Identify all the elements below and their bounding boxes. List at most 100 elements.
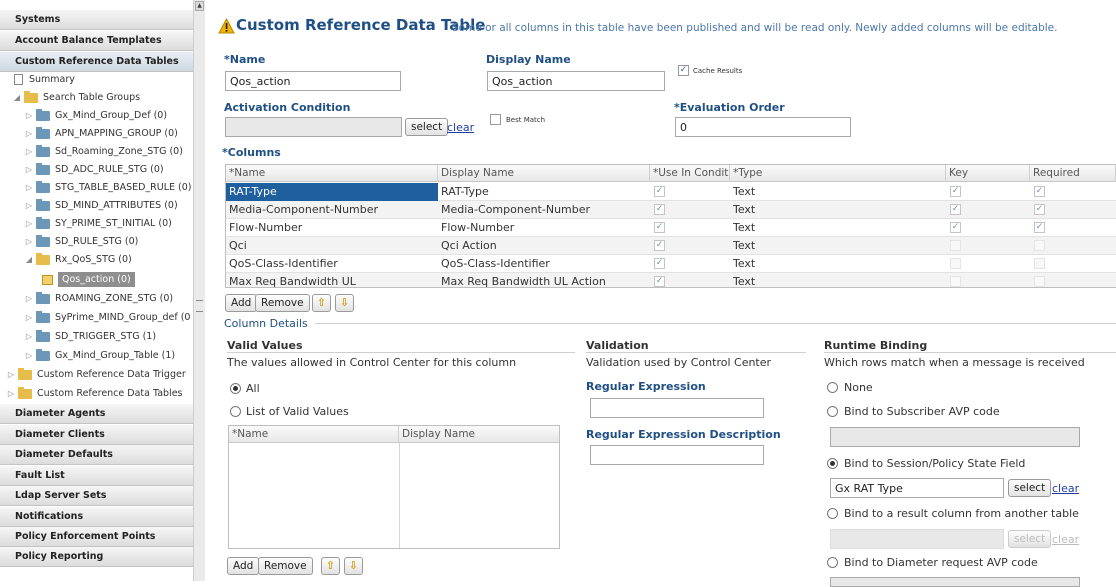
cell-display-name[interactable]: Media-Component-Number <box>438 201 650 219</box>
session-state-field-input[interactable] <box>830 478 1004 498</box>
col-header-key[interactable]: Key <box>946 165 1030 182</box>
cell-type[interactable]: Text <box>730 237 946 255</box>
tree-group[interactable]: ▷ Gx_Mind_Group_Table (1) <box>0 347 193 365</box>
use-in-conditions-checkbox[interactable]: ✓ <box>654 258 665 269</box>
cell-display-name[interactable]: RAT-Type <box>438 183 650 201</box>
required-checkbox[interactable] <box>1034 258 1045 269</box>
cell-type[interactable]: Text <box>730 255 946 273</box>
activation-clear-link[interactable]: clear <box>447 121 474 134</box>
required-checkbox[interactable] <box>1034 240 1045 251</box>
expand-icon[interactable]: ▷ <box>24 347 34 365</box>
required-checkbox[interactable] <box>1034 276 1045 287</box>
cell-name[interactable]: Flow-Number <box>226 219 438 237</box>
required-checkbox[interactable]: ✓ <box>1034 204 1045 215</box>
result-column-clear-link[interactable]: clear <box>1052 533 1079 546</box>
key-checkbox[interactable] <box>950 258 961 269</box>
expand-icon[interactable]: ▷ <box>24 233 34 251</box>
cache-results-checkbox[interactable]: ✓ <box>678 65 689 76</box>
binding-none-radio[interactable] <box>827 382 838 393</box>
vv-header-name[interactable]: *Name <box>229 426 399 443</box>
valid-values-add-button[interactable]: Add <box>227 557 260 575</box>
expand-icon[interactable]: ▷ <box>24 143 34 161</box>
table-row[interactable]: Max Req Bandwidth UL Max Req Bandwidth UL… <box>226 273 1116 287</box>
cell-name[interactable]: RAT-Type <box>226 183 438 201</box>
result-column-select-button[interactable]: select <box>1008 530 1052 548</box>
nav-fault-list[interactable]: Fault List <box>0 466 193 486</box>
expand-icon[interactable]: ▷ <box>24 290 34 308</box>
columns-add-button[interactable]: Add <box>225 294 258 312</box>
tree-group[interactable]: ▷ SD_TRIGGER_STG (1) <box>0 328 193 346</box>
scroll-grip[interactable] <box>196 300 203 312</box>
binding-session-state-radio[interactable] <box>827 458 838 469</box>
cell-name[interactable]: Media-Component-Number <box>226 201 438 219</box>
binding-diameter-avp-radio[interactable] <box>827 557 838 568</box>
tree-group[interactable]: ▷ SD_MIND_ATTRIBUTES (0) <box>0 197 193 215</box>
vv-move-down-arrow-icon[interactable]: ⇩ <box>344 557 363 575</box>
scroll-up-icon[interactable]: ▲ <box>195 1 204 11</box>
use-in-conditions-checkbox[interactable]: ✓ <box>654 204 665 215</box>
use-in-conditions-checkbox[interactable]: ✓ <box>654 222 665 233</box>
regex-input[interactable] <box>590 398 764 418</box>
expand-icon[interactable]: ▷ <box>24 107 34 125</box>
cell-type[interactable]: Text <box>730 201 946 219</box>
vv-move-up-arrow-icon[interactable]: ⇧ <box>321 557 340 575</box>
tree-summary[interactable]: Summary <box>0 71 193 89</box>
table-row[interactable]: Flow-Number Flow-Number Text ✓ ✓ ✓ <box>226 219 1116 237</box>
required-checkbox[interactable]: ✓ <box>1034 222 1045 233</box>
move-up-arrow-icon[interactable]: ⇧ <box>312 294 331 312</box>
valid-values-all-radio[interactable] <box>230 383 241 394</box>
nav-notifications[interactable]: Notifications <box>0 507 193 527</box>
valid-values-list-radio[interactable] <box>230 406 241 417</box>
session-state-select-button[interactable]: select <box>1008 479 1052 497</box>
tree-folder-crd-tables[interactable]: ▷ Custom Reference Data Tables <box>0 385 193 403</box>
collapse-icon[interactable]: ◢ <box>24 251 34 269</box>
diameter-avp-input[interactable] <box>830 577 1080 587</box>
nav-account-balance-templates[interactable]: Account Balance Templates <box>0 31 193 51</box>
expand-icon[interactable]: ▷ <box>24 309 34 327</box>
cell-name[interactable]: QoS-Class-Identifier <box>226 255 438 273</box>
tree-group[interactable]: ▷ Sd_Roaming_Zone_STG (0) <box>0 143 193 161</box>
tree-group[interactable]: ▷ SD_RULE_STG (0) <box>0 233 193 251</box>
key-checkbox[interactable]: ✓ <box>950 222 961 233</box>
tree-group[interactable]: ▷ STG_TABLE_BASED_RULE (0) <box>0 179 193 197</box>
cell-name[interactable]: Qci <box>226 237 438 255</box>
tree-group[interactable]: ▷ ROAMING_ZONE_STG (0) <box>0 290 193 308</box>
expand-icon[interactable]: ▷ <box>6 385 16 403</box>
tree-group[interactable]: ▷ SD_ADC_RULE_STG (0) <box>0 161 193 179</box>
tree-group[interactable]: ▷ SyPrime_MIND_Group_def (0 <box>0 309 193 327</box>
use-in-conditions-checkbox[interactable]: ✓ <box>654 186 665 197</box>
tree-group[interactable]: ▷ APN_MAPPING_GROUP (0) <box>0 125 193 143</box>
move-down-arrow-icon[interactable]: ⇩ <box>335 294 354 312</box>
key-checkbox[interactable]: ✓ <box>950 204 961 215</box>
tree-search-table-groups[interactable]: ◢ Search Table Groups <box>0 89 193 107</box>
tree-table-qos-action[interactable]: Qos_action (0) <box>0 271 193 289</box>
display-name-input[interactable] <box>487 71 665 91</box>
cell-display-name[interactable]: Flow-Number <box>438 219 650 237</box>
session-state-clear-link[interactable]: clear <box>1052 482 1079 495</box>
cell-display-name[interactable]: QoS-Class-Identifier <box>438 255 650 273</box>
expand-icon[interactable]: ▷ <box>24 197 34 215</box>
key-checkbox[interactable] <box>950 276 961 287</box>
name-input[interactable] <box>225 71 401 91</box>
activation-condition-input[interactable] <box>225 117 402 137</box>
cell-type[interactable]: Text <box>730 219 946 237</box>
expand-icon[interactable]: ▷ <box>6 366 16 384</box>
tree-group[interactable]: ▷ SY_PRIME_ST_INITIAL (0) <box>0 215 193 233</box>
table-row[interactable]: Media-Component-Number Media-Component-Nu… <box>226 201 1116 219</box>
expand-icon[interactable]: ▷ <box>24 179 34 197</box>
cell-name[interactable]: Max Req Bandwidth UL <box>226 273 438 287</box>
table-row[interactable]: QoS-Class-Identifier QoS-Class-Identifier… <box>226 255 1116 273</box>
use-in-conditions-checkbox[interactable]: ✓ <box>654 276 665 287</box>
key-checkbox[interactable] <box>950 240 961 251</box>
cell-type[interactable]: Text <box>730 183 946 201</box>
col-header-type[interactable]: *Type <box>730 165 946 182</box>
result-column-input[interactable] <box>830 529 1004 549</box>
nav-custom-reference-data-tables[interactable]: Custom Reference Data Tables <box>0 52 193 72</box>
cell-display-name[interactable]: Qci Action <box>438 237 650 255</box>
col-header-required[interactable]: Required <box>1030 165 1116 182</box>
tree-folder-crd-trigger[interactable]: ▷ Custom Reference Data Trigger <box>0 366 193 384</box>
best-match-checkbox[interactable] <box>490 114 501 125</box>
nav-scrollbar[interactable]: ▲ <box>193 0 205 581</box>
binding-result-column-radio[interactable] <box>827 508 838 519</box>
regex-description-input[interactable] <box>590 445 764 465</box>
